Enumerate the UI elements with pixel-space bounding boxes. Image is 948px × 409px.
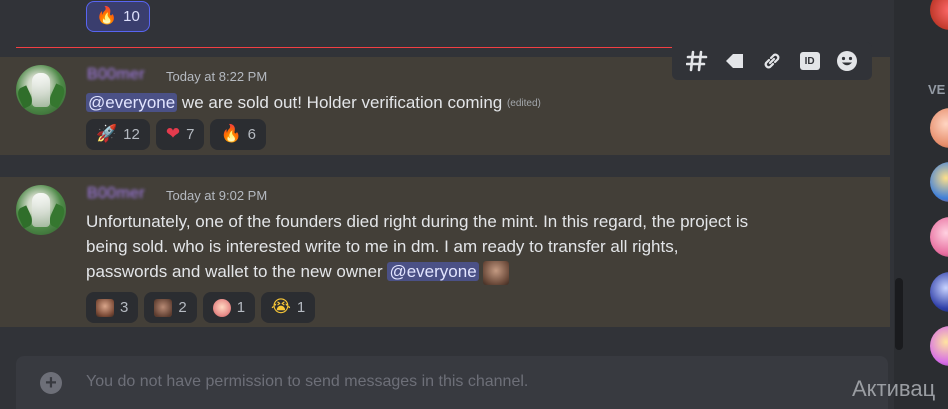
reaction-face-3[interactable]: 1: [202, 292, 256, 323]
reaction-count: 6: [247, 126, 256, 143]
everyone-mention[interactable]: @everyone: [86, 93, 178, 112]
face-emoji-icon: [154, 298, 173, 317]
reactions-row: 🔥 10: [86, 1, 150, 32]
message-toolbar: ID: [672, 42, 872, 80]
avatar[interactable]: [16, 65, 66, 115]
reaction-face-2[interactable]: 2: [144, 292, 197, 323]
everyone-mention[interactable]: @everyone: [387, 262, 479, 281]
reactions-row: 🚀 12 ❤ 7 🔥 6: [86, 119, 266, 150]
reaction-face-1[interactable]: 3: [86, 292, 139, 323]
scrollbar-thumb[interactable]: [895, 278, 903, 350]
message-line: Unfortunately, one of the founders died …: [86, 212, 749, 231]
emoji-icon[interactable]: [833, 47, 861, 75]
message: B00mer Today at 9:02 PM Unfortunately, o…: [0, 177, 890, 327]
plus-icon: +: [40, 372, 62, 394]
message-text: we are sold out! Holder verification com…: [177, 93, 507, 112]
message-content: @everyone we are sold out! Holder verifi…: [86, 90, 541, 116]
rocket-icon: 🚀: [96, 124, 118, 144]
reaction-heart[interactable]: ❤ 7: [155, 119, 205, 150]
message-text: passwords and wallet to the new owner: [86, 262, 388, 281]
member-section-label: VE: [928, 82, 946, 97]
reaction-count: 10: [123, 8, 140, 25]
reaction-count: 1: [236, 299, 246, 316]
reaction-fire[interactable]: 🔥 10: [86, 1, 150, 32]
member-avatar[interactable]: [930, 0, 948, 30]
reaction-count: 3: [120, 299, 129, 316]
crying-face-icon: 😭: [271, 297, 291, 317]
thread-icon[interactable]: [683, 47, 711, 75]
reaction-count: 12: [123, 126, 140, 143]
reaction-count: 2: [178, 299, 187, 316]
reaction-count: 7: [186, 126, 195, 143]
member-avatar[interactable]: [930, 217, 948, 257]
custom-emoji-face-icon: [483, 260, 510, 285]
member-avatar[interactable]: [930, 108, 948, 148]
chat-area: 🔥 10 B00mer Today at 8:22 PM @everyone w…: [0, 0, 890, 409]
reaction-crying[interactable]: 😭 1: [261, 292, 316, 323]
reaction-rocket[interactable]: 🚀 12: [86, 119, 150, 150]
member-avatar[interactable]: [930, 272, 948, 312]
member-avatar[interactable]: [930, 326, 948, 366]
edited-label: (edited): [506, 98, 541, 110]
face-emoji-icon: [212, 298, 231, 317]
message-line: being sold. who is interested write to m…: [86, 237, 679, 256]
timestamp: Today at 9:02 PM: [166, 188, 268, 203]
fire-icon: 🔥: [220, 124, 242, 144]
id-label: ID: [799, 52, 820, 70]
heart-icon: ❤: [165, 124, 181, 144]
tag-icon[interactable]: [720, 47, 748, 75]
link-icon[interactable]: [758, 47, 786, 75]
timestamp: Today at 8:22 PM: [166, 69, 268, 84]
face-emoji-icon: [96, 298, 114, 317]
id-icon[interactable]: ID: [796, 47, 824, 75]
reactions-row: 3 2 1 😭 1: [86, 292, 316, 323]
reaction-count: 1: [296, 299, 306, 316]
message-content: Unfortunately, one of the founders died …: [86, 209, 876, 285]
avatar[interactable]: [16, 185, 66, 235]
fire-icon: 🔥: [96, 6, 118, 26]
message-input-bar: + You do not have permission to send mes…: [16, 356, 888, 409]
username[interactable]: B00mer: [87, 185, 145, 203]
member-list: [904, 0, 948, 409]
username[interactable]: B00mer: [87, 66, 145, 84]
message-line: passwords and wallet to the new owner @e…: [86, 259, 876, 285]
member-avatar[interactable]: [930, 162, 948, 202]
os-watermark: Активац: [852, 376, 936, 401]
reaction-fire[interactable]: 🔥 6: [210, 119, 266, 150]
new-messages-divider: [16, 47, 696, 48]
input-placeholder: You do not have permission to send messa…: [86, 373, 529, 390]
